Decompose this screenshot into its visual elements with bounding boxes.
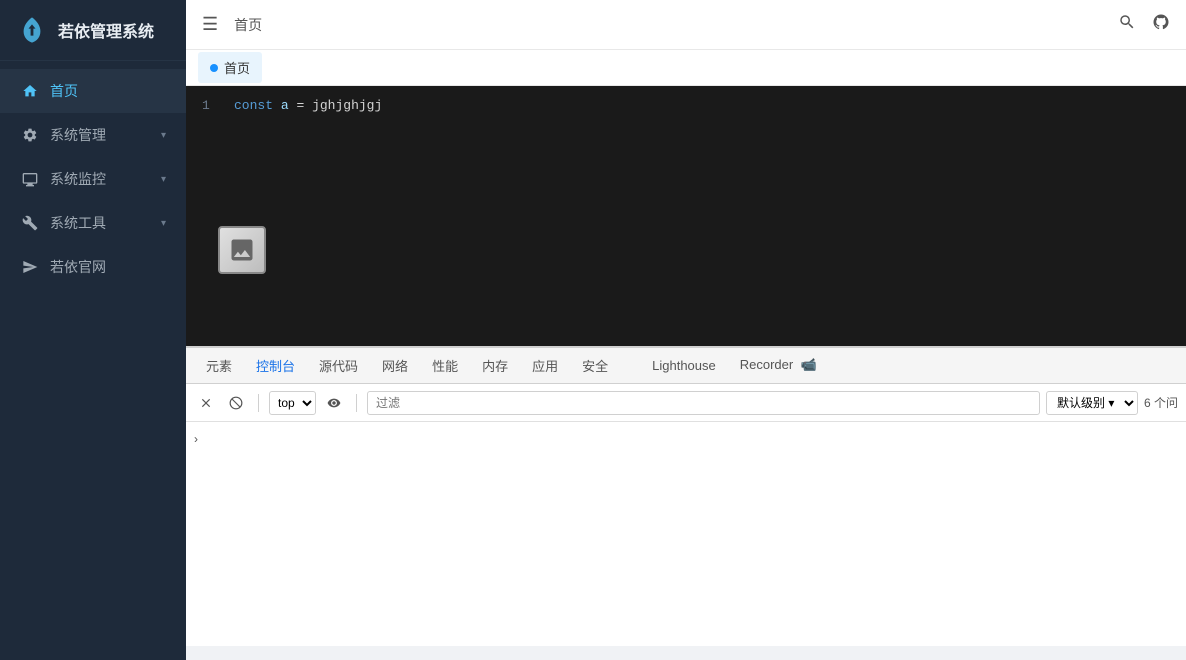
main-content: ☰ 首页 首页 1 const [186, 0, 1186, 660]
sidebar-item-system-tools[interactable]: 系统工具 ▾ [0, 201, 186, 245]
devtools-console-body: › [186, 422, 1186, 646]
sidebar-item-system-mgmt-label: 系统管理 [50, 125, 161, 145]
header-actions [1118, 13, 1170, 36]
clear-console-button[interactable] [194, 391, 218, 415]
menu-toggle-button[interactable]: ☰ [202, 14, 218, 35]
sidebar-item-system-monitor[interactable]: 系统监控 ▾ [0, 157, 186, 201]
line-number-1: 1 [202, 98, 218, 113]
home-icon [20, 81, 40, 101]
sidebar-item-system-mgmt[interactable]: 系统管理 ▾ [0, 113, 186, 157]
recorder-icon: 📹 [801, 357, 817, 372]
tools-icon [20, 213, 40, 233]
devtools-tab-sources[interactable]: 源代码 [307, 348, 370, 384]
devtools-toolbar: top 默认级别 ▾ 6 个问 [186, 384, 1186, 422]
code-line-1: 1 const a = jghjghjgj [202, 98, 1170, 113]
app-title: 若依管理系统 [58, 18, 154, 42]
sidebar-item-home[interactable]: 首页 [0, 69, 186, 113]
breadcrumb: 首页 [234, 15, 262, 35]
devtools-tab-performance[interactable]: 性能 [420, 348, 470, 384]
devtools-tab-network[interactable]: 网络 [370, 348, 420, 384]
sidebar-item-system-tools-label: 系统工具 [50, 213, 161, 233]
monitor-icon [20, 169, 40, 189]
code-image-preview [218, 226, 266, 274]
sidebar-item-ruoyi-site-label: 若依官网 [50, 257, 166, 277]
sidebar-item-home-label: 首页 [50, 81, 166, 101]
block-icon-button[interactable] [224, 391, 248, 415]
chevron-down-icon-2: ▾ [161, 174, 166, 185]
devtools-tab-recorder[interactable]: Recorder 📹 [728, 349, 829, 383]
code-value: jghjghjgj [312, 98, 382, 113]
devtools-tab-bar: 元素 控制台 源代码 网络 性能 内存 应用 [186, 348, 1186, 384]
devtools-tab-console[interactable]: 控制台 [244, 348, 307, 384]
code-operator: = [296, 98, 312, 113]
sidebar-item-ruoyi-site[interactable]: 若依官网 [0, 245, 186, 289]
chevron-down-icon-3: ▾ [161, 218, 166, 229]
tab-bar: 首页 [186, 50, 1186, 86]
github-icon[interactable] [1152, 13, 1170, 36]
filter-input[interactable] [367, 391, 1040, 415]
devtools-tab-security[interactable]: 安全 [570, 348, 620, 384]
context-selector[interactable]: top [269, 391, 316, 415]
devtools-tab-elements[interactable]: 元素 [194, 348, 244, 384]
sidebar-item-system-monitor-label: 系统监控 [50, 169, 161, 189]
send-icon [20, 257, 40, 277]
chevron-down-icon: ▾ [161, 130, 166, 141]
issue-count-label: 6 个问 [1144, 394, 1178, 411]
code-editor[interactable]: 1 const a = jghjghjgj [186, 86, 1186, 346]
sidebar-navigation: 首页 系统管理 ▾ 系统监控 ▾ [0, 61, 186, 660]
code-variable: a [281, 98, 289, 113]
sidebar-header: 若依管理系统 [0, 0, 186, 61]
devtools-tab-memory[interactable]: 内存 [470, 348, 520, 384]
search-icon[interactable] [1118, 13, 1136, 36]
devtools-panel: 元素 控制台 源代码 网络 性能 内存 应用 [186, 346, 1186, 646]
tab-home-label: 首页 [224, 58, 250, 77]
app-logo [16, 14, 48, 46]
devtools-tab-application[interactable]: 应用 [520, 348, 570, 384]
code-content-1: const a = jghjghjgj [234, 98, 382, 113]
code-keyword: const [234, 98, 273, 113]
toolbar-divider-1 [258, 394, 259, 412]
tab-home[interactable]: 首页 [198, 52, 262, 83]
toolbar-divider-2 [356, 394, 357, 412]
console-chevron[interactable]: › [194, 432, 198, 446]
tab-active-dot [210, 64, 218, 72]
log-level-selector[interactable]: 默认级别 ▾ [1046, 391, 1138, 415]
top-header: ☰ 首页 [186, 0, 1186, 50]
gear-icon [20, 125, 40, 145]
sidebar: 若依管理系统 首页 系统管理 ▾ [0, 0, 186, 660]
eye-button[interactable] [322, 391, 346, 415]
devtools-tab-lighthouse[interactable]: Lighthouse [640, 350, 728, 383]
